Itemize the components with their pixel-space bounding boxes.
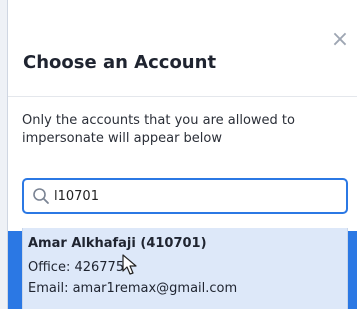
choose-account-dialog: × Choose an Account Only the accounts th…: [8, 0, 357, 309]
close-button[interactable]: ×: [330, 27, 350, 52]
search-input[interactable]: [54, 186, 334, 206]
close-icon[interactable]: ×: [331, 27, 349, 52]
account-result-item[interactable]: Amar Alkhafaji (410701) Office: 426775 E…: [23, 228, 347, 309]
mouse-cursor-icon: [122, 254, 137, 275]
search-icon: [33, 188, 49, 204]
result-email: Email: amar1remax@gmail.com: [28, 281, 238, 296]
title-divider: [8, 96, 357, 97]
search-results-dropdown: Amar Alkhafaji (410701) Office: 426775 E…: [22, 228, 348, 309]
dialog-title: Choose an Account: [23, 52, 217, 73]
result-account-name: Amar Alkhafaji (410701): [28, 236, 207, 251]
page-frame: × Choose an Account Only the accounts th…: [0, 0, 357, 309]
dialog-description: Only the accounts that you are allowed t…: [22, 113, 295, 146]
background-page-edge: [0, 0, 8, 309]
result-office: Office: 426775: [28, 260, 125, 275]
account-search-field[interactable]: [22, 178, 348, 214]
